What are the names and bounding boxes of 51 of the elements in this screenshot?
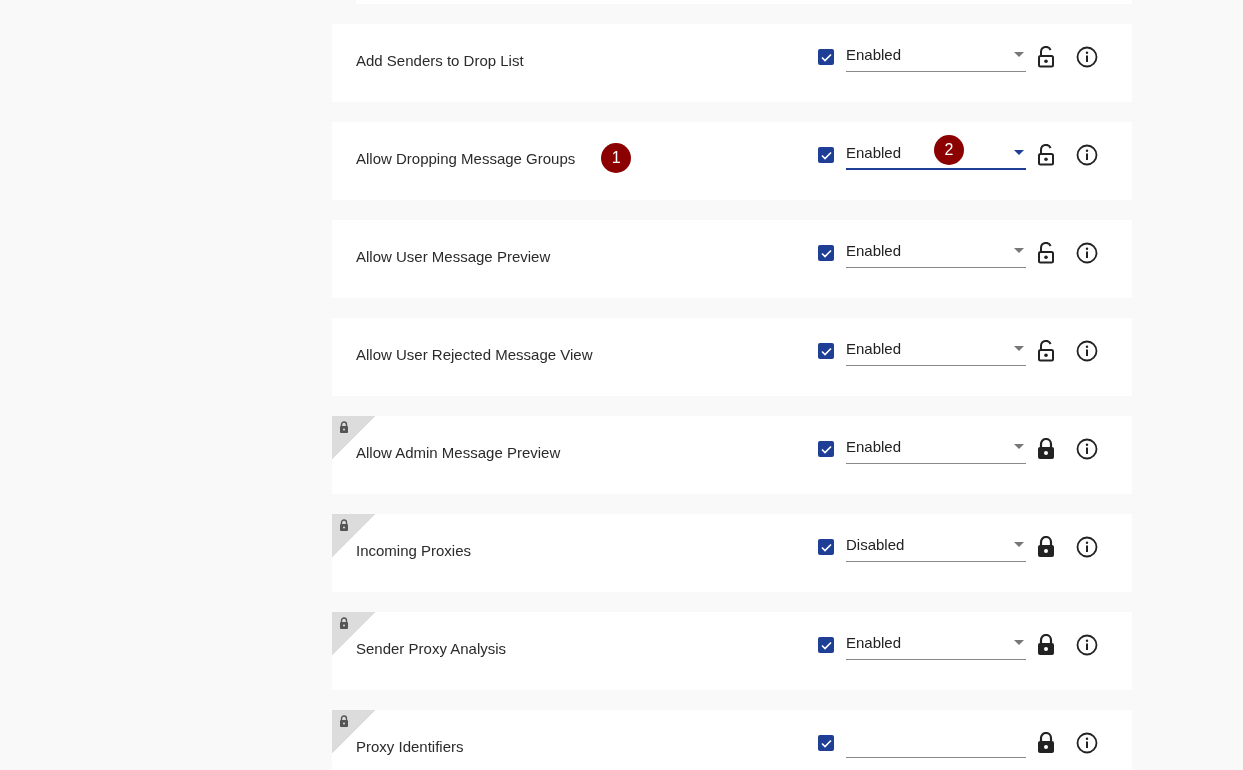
lock-icon: [339, 617, 349, 629]
unlocked-lock-icon[interactable]: [1036, 46, 1056, 68]
checkbox[interactable]: [818, 147, 834, 163]
caret-icon: [1014, 52, 1024, 57]
dropdown-select[interactable]: Disabled: [846, 532, 1026, 562]
checkbox[interactable]: [818, 735, 834, 751]
setting-label: Proxy Identifiers: [356, 737, 464, 755]
checkbox[interactable]: [818, 245, 834, 261]
info-icon[interactable]: [1076, 144, 1098, 166]
setting-label: Add Senders to Drop List: [356, 51, 524, 69]
info-icon[interactable]: [1076, 340, 1098, 362]
caret-icon: [1014, 346, 1024, 351]
dropdown-select[interactable]: Enabled: [846, 42, 1026, 72]
setting-label: Allow Dropping Message Groups: [356, 149, 576, 167]
caret-icon: [1014, 542, 1024, 547]
dropdown-select[interactable]: Enabled: [846, 336, 1026, 366]
lock-icon[interactable]: [1036, 438, 1056, 460]
lock-icon[interactable]: [1036, 634, 1056, 656]
annotation-marker: 1: [601, 143, 632, 173]
setting-label: Allow User Rejected Message View: [356, 345, 593, 363]
info-icon[interactable]: [1076, 634, 1098, 656]
info-icon[interactable]: [1076, 46, 1098, 68]
dropdown-select[interactable]: Enabled: [846, 434, 1026, 464]
checkbox[interactable]: [818, 637, 834, 653]
dropdown-select[interactable]: Enabled: [846, 238, 1026, 268]
lock-icon[interactable]: [1036, 536, 1056, 558]
info-icon[interactable]: [1076, 242, 1098, 264]
unlocked-lock-icon[interactable]: [1036, 144, 1056, 166]
checkbox[interactable]: [818, 343, 834, 359]
lock-icon: [339, 421, 349, 433]
setting-label: Sender Proxy Analysis: [356, 639, 507, 657]
unlocked-lock-icon[interactable]: [1036, 340, 1056, 362]
annotation-marker: 2: [934, 135, 964, 165]
caret-icon: [1014, 248, 1024, 253]
checkbox[interactable]: [818, 49, 834, 65]
caret-icon: [1014, 444, 1024, 449]
unlocked-lock-icon[interactable]: [1036, 242, 1056, 264]
checkbox[interactable]: [818, 539, 834, 555]
caret-icon: [1014, 640, 1024, 645]
checkbox[interactable]: [818, 441, 834, 457]
lock-icon[interactable]: [1036, 732, 1056, 754]
info-icon[interactable]: [1076, 438, 1098, 460]
info-icon[interactable]: [1076, 732, 1098, 754]
setting-label: Incoming Proxies: [356, 541, 472, 559]
setting-label: Allow User Message Preview: [356, 247, 551, 265]
caret-icon: [1014, 149, 1024, 155]
info-icon[interactable]: [1076, 536, 1098, 558]
setting-label: Allow Admin Message Preview: [356, 443, 561, 461]
dropdown-select[interactable]: Enabled: [846, 630, 1026, 660]
lock-icon: [339, 519, 349, 531]
lock-icon: [339, 715, 349, 727]
